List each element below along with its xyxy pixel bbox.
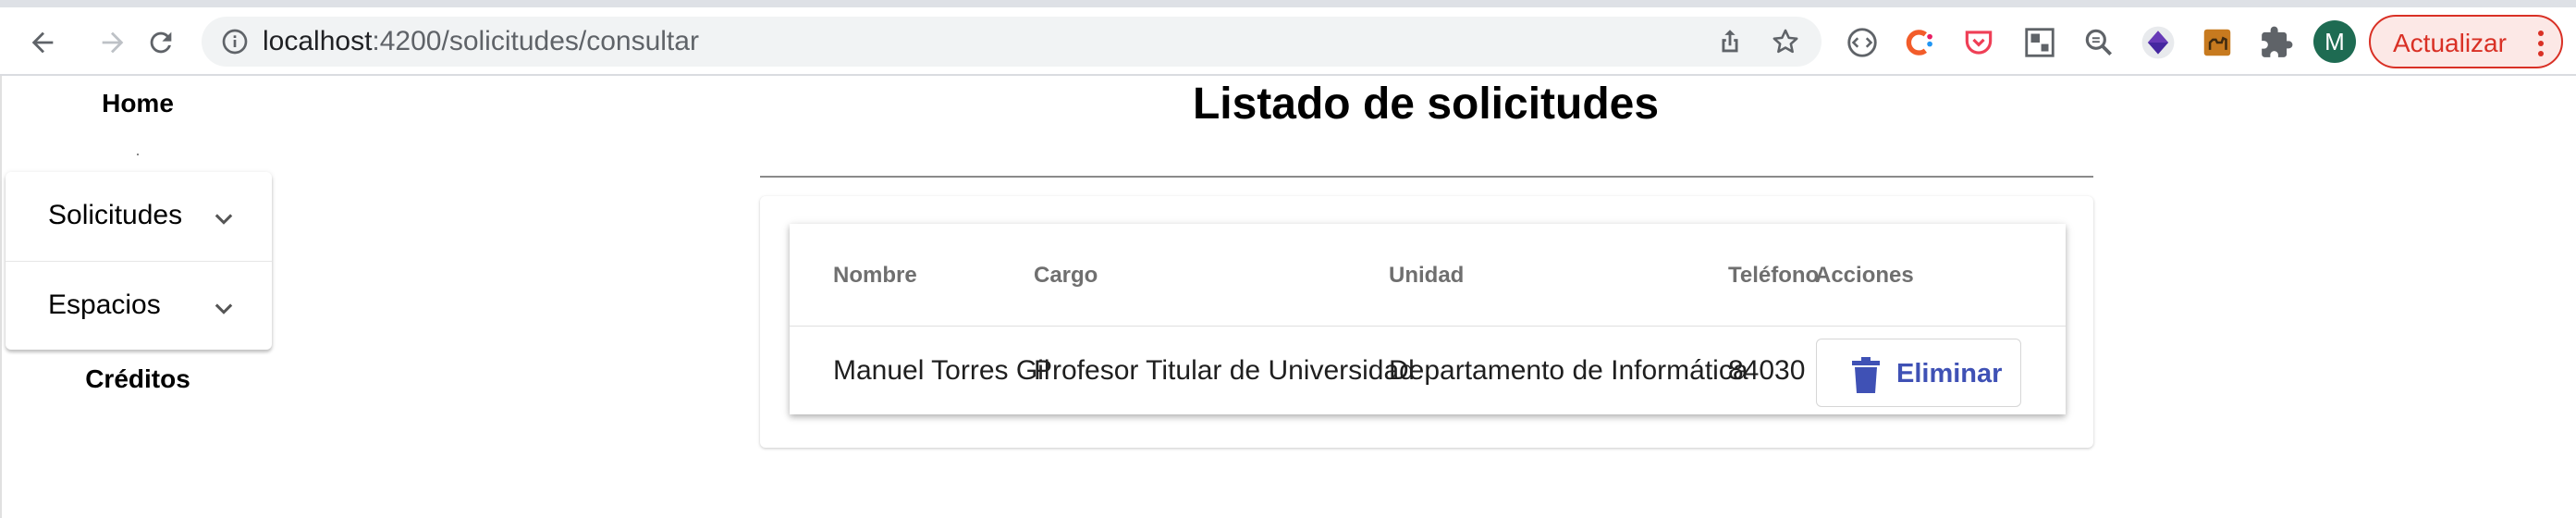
extension-grid-icon[interactable] (2021, 24, 2058, 61)
column-header-cargo: Cargo (1034, 263, 1098, 288)
title-divider (760, 176, 2093, 178)
back-button[interactable] (20, 20, 65, 65)
extension-code-icon[interactable] (1844, 24, 1881, 61)
extension-diamond-icon[interactable] (2140, 24, 2177, 61)
forward-arrow-icon (102, 31, 124, 54)
requests-table: Nombre Cargo Unidad Teléfono Acciones Ma… (790, 224, 2066, 414)
forward-button[interactable] (91, 20, 135, 65)
extension-camel-icon[interactable] (2199, 24, 2236, 61)
table-header-divider (790, 326, 2066, 327)
tab-strip (0, 0, 2576, 7)
extensions-puzzle-icon[interactable] (2258, 24, 2295, 61)
chevron-down-icon (215, 214, 233, 225)
column-header-telefono: Teléfono (1728, 263, 1820, 288)
page-title: Listado de solicitudes (1192, 80, 1660, 129)
kebab-menu-icon[interactable] (2537, 30, 2545, 57)
chevron-down-icon (215, 303, 233, 314)
column-header-nombre: Nombre (833, 263, 917, 288)
sidebar-item-espacios[interactable]: Espacios (6, 261, 272, 350)
cell-unidad: Departamento de Informática (1389, 355, 1748, 386)
site-info-icon[interactable] (220, 27, 250, 56)
pocket-icon[interactable] (1960, 24, 1997, 61)
trash-icon (1852, 357, 1880, 393)
update-button-label: Actualizar (2393, 29, 2507, 57)
divider-dot (137, 154, 139, 155)
nav-home-link[interactable]: Home (2, 89, 274, 118)
app-root: Home Solicitudes Espacios Créditos Lista… (0, 76, 2576, 518)
address-bar[interactable]: localhost:4200/solicitudes/consultar (202, 17, 1822, 67)
profile-avatar[interactable]: M (2313, 20, 2356, 63)
cell-telefono: 84030 (1728, 355, 1806, 386)
back-arrow-icon (31, 31, 54, 54)
nav-credits-link[interactable]: Créditos (2, 364, 274, 394)
sidebar-item-solicitudes[interactable]: Solicitudes (6, 172, 272, 261)
url-text[interactable]: localhost:4200/solicitudes/consultar (263, 28, 699, 56)
share-icon[interactable] (1714, 26, 1746, 57)
cell-nombre: Manuel Torres Gil (833, 355, 1050, 386)
url-path: :4200/solicitudes/consultar (372, 26, 699, 56)
sidebar-menu-panel: Solicitudes Espacios (6, 172, 272, 350)
delete-button[interactable]: Eliminar (1816, 339, 2021, 407)
bookmark-star-icon[interactable] (1770, 26, 1801, 57)
column-header-acciones: Acciones (1815, 263, 1914, 288)
reload-button[interactable] (139, 20, 183, 65)
extension-search-icon[interactable] (2080, 24, 2117, 61)
update-browser-button[interactable]: Actualizar (2369, 15, 2563, 68)
reload-icon (150, 31, 172, 54)
extension-c-icon[interactable] (1901, 24, 1938, 61)
cell-cargo: Profesor Titular de Universidad (1034, 355, 1415, 386)
url-host: localhost (263, 26, 373, 56)
sidebar-item-label: Solicitudes (48, 200, 183, 230)
column-header-unidad: Unidad (1389, 263, 1465, 288)
delete-button-label: Eliminar (1896, 359, 2003, 388)
sidebar-item-label: Espacios (48, 290, 161, 320)
browser-toolbar: localhost:4200/solicitudes/consultar M A… (0, 0, 2576, 76)
